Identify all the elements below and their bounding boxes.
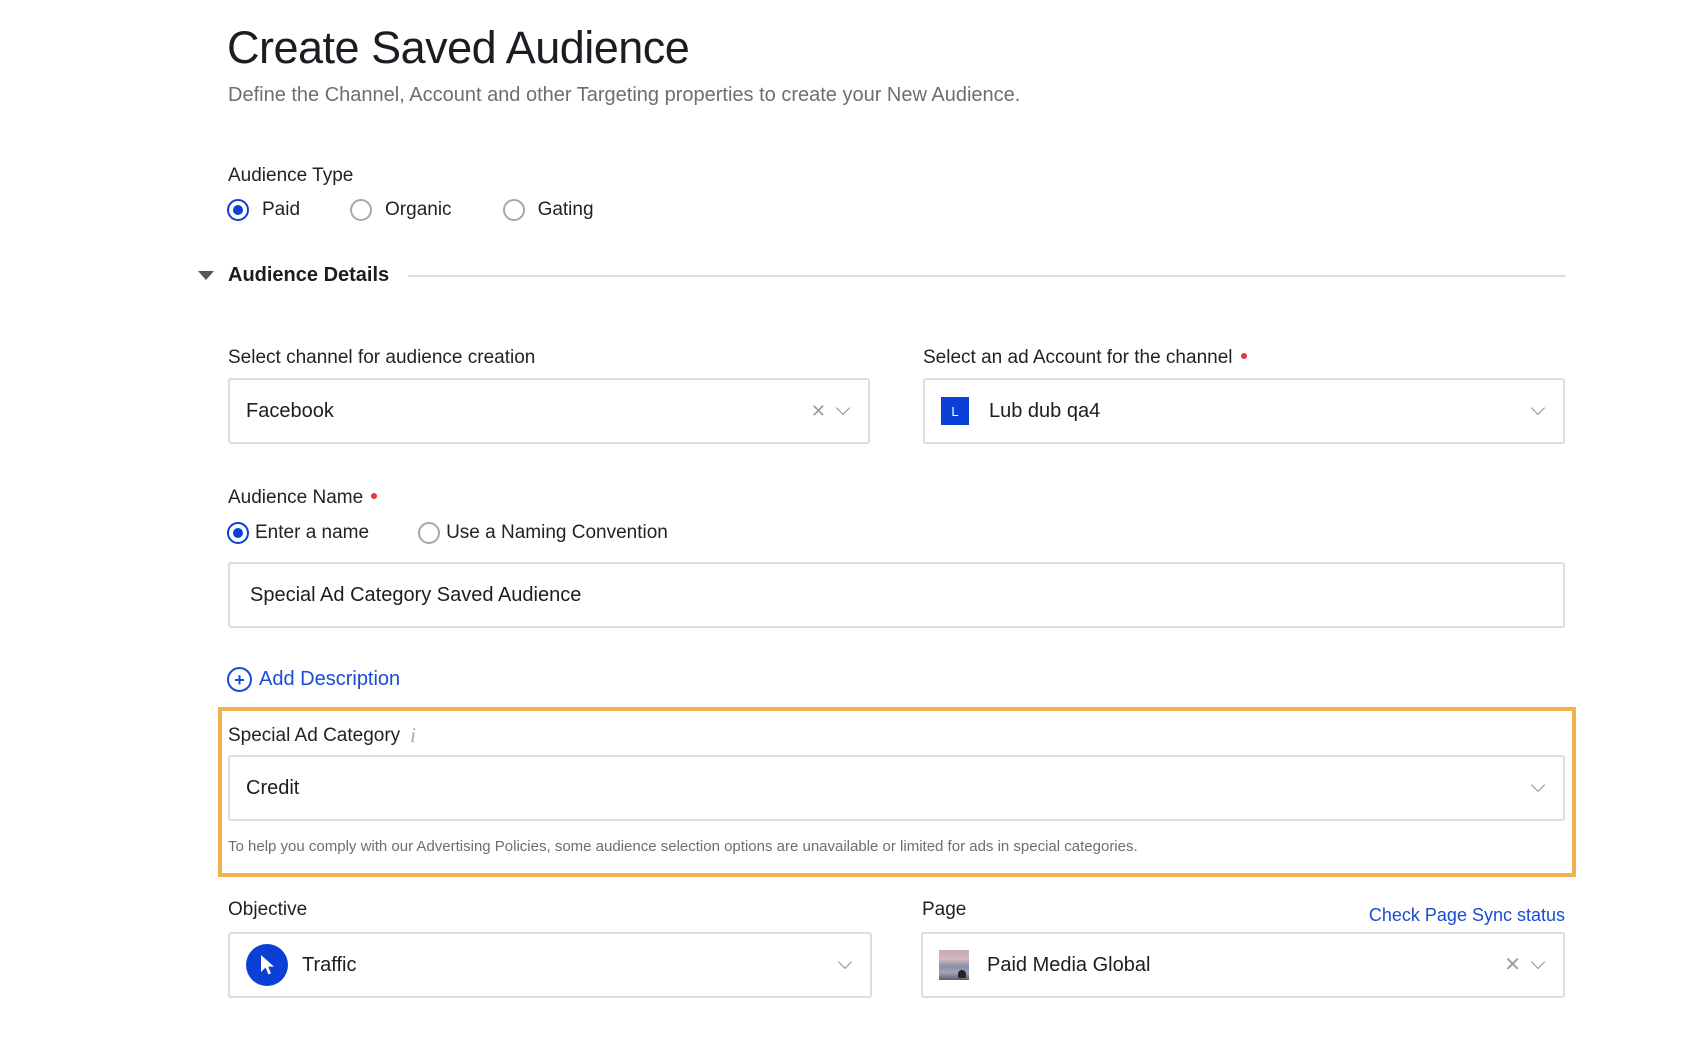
audience-type-label: Audience Type: [228, 165, 354, 186]
objective-select[interactable]: Traffic: [228, 932, 872, 998]
radio-checked-icon: [227, 199, 249, 221]
radio-enter-name[interactable]: Enter a name: [227, 522, 369, 544]
ad-account-label-text: Select an ad Account for the channel: [923, 347, 1233, 368]
chevron-down-icon[interactable]: [835, 400, 851, 416]
page-value: Paid Media Global: [987, 953, 1151, 976]
section-divider: [408, 274, 1566, 277]
channel-value: Facebook: [246, 399, 334, 422]
audience-name-radio-group: Enter a name Use a Naming Convention: [227, 522, 668, 544]
page-subtitle: Define the Channel, Account and other Ta…: [228, 84, 1021, 106]
page-thumbnail: [939, 950, 969, 980]
special-ad-category-helper-text: To help you comply with our Advertising …: [228, 838, 1138, 855]
radio-label: Organic: [385, 199, 452, 220]
caret-down-icon[interactable]: [198, 271, 214, 280]
cursor-pointer-icon: [246, 944, 288, 986]
radio-unchecked-icon: [502, 199, 525, 221]
page-title: Create Saved Audience: [227, 22, 690, 73]
page-label: Page: [922, 899, 967, 920]
clear-icon[interactable]: ✕: [811, 402, 826, 420]
radio-gating[interactable]: Gating: [502, 199, 594, 221]
check-page-sync-link[interactable]: Check Page Sync status: [1369, 905, 1565, 926]
channel-label: Select channel for audience creation: [228, 347, 536, 368]
chevron-down-icon[interactable]: [1530, 954, 1546, 970]
objective-value: Traffic: [302, 953, 357, 976]
channel-select[interactable]: Facebook ✕: [228, 378, 870, 444]
radio-label: Paid: [262, 199, 301, 220]
ad-account-select[interactable]: L Lub dub qa4: [923, 378, 1565, 444]
audience-name-value: Special Ad Category Saved Audience: [250, 583, 582, 606]
page-select[interactable]: Paid Media Global ✕: [921, 932, 1565, 998]
clear-icon[interactable]: ✕: [1504, 955, 1521, 975]
special-ad-category-select[interactable]: Credit: [228, 755, 1565, 821]
required-indicator: [1240, 352, 1247, 359]
plus-circle-icon: +: [227, 667, 252, 692]
audience-name-label-text: Audience Name: [228, 487, 364, 508]
radio-label: Enter a name: [255, 522, 370, 543]
chevron-down-icon[interactable]: [1530, 400, 1546, 416]
chevron-down-icon[interactable]: [1530, 777, 1546, 793]
radio-naming-convention[interactable]: Use a Naming Convention: [418, 522, 668, 544]
section-title: Audience Details: [228, 264, 390, 286]
add-description-button[interactable]: + Add Description: [227, 667, 400, 692]
objective-label: Objective: [228, 899, 308, 920]
radio-checked-icon: [227, 522, 249, 544]
info-icon[interactable]: i: [410, 723, 416, 748]
radio-label: Use a Naming Convention: [446, 522, 668, 543]
ad-account-label: Select an ad Account for the channel: [923, 347, 1247, 369]
audience-name-input[interactable]: Special Ad Category Saved Audience: [228, 562, 1565, 628]
special-ad-category-value: Credit: [246, 776, 300, 799]
add-description-label: Add Description: [259, 668, 401, 690]
audience-details-section-header[interactable]: Audience Details: [198, 264, 1566, 287]
special-ad-category-label-text: Special Ad Category: [228, 724, 401, 746]
audience-name-label: Audience Name: [228, 487, 378, 509]
radio-organic[interactable]: Organic: [350, 199, 452, 221]
required-indicator: [371, 492, 378, 499]
radio-paid[interactable]: Paid: [227, 199, 300, 221]
account-avatar: L: [941, 397, 969, 425]
radio-unchecked-icon: [418, 522, 441, 544]
radio-label: Gating: [537, 199, 594, 220]
ad-account-value: Lub dub qa4: [989, 399, 1101, 422]
special-ad-category-label: Special Ad Category i: [228, 723, 416, 748]
radio-unchecked-icon: [350, 199, 373, 221]
audience-type-radio-group: Paid Organic Gating: [227, 199, 594, 221]
chevron-down-icon[interactable]: [837, 954, 853, 970]
